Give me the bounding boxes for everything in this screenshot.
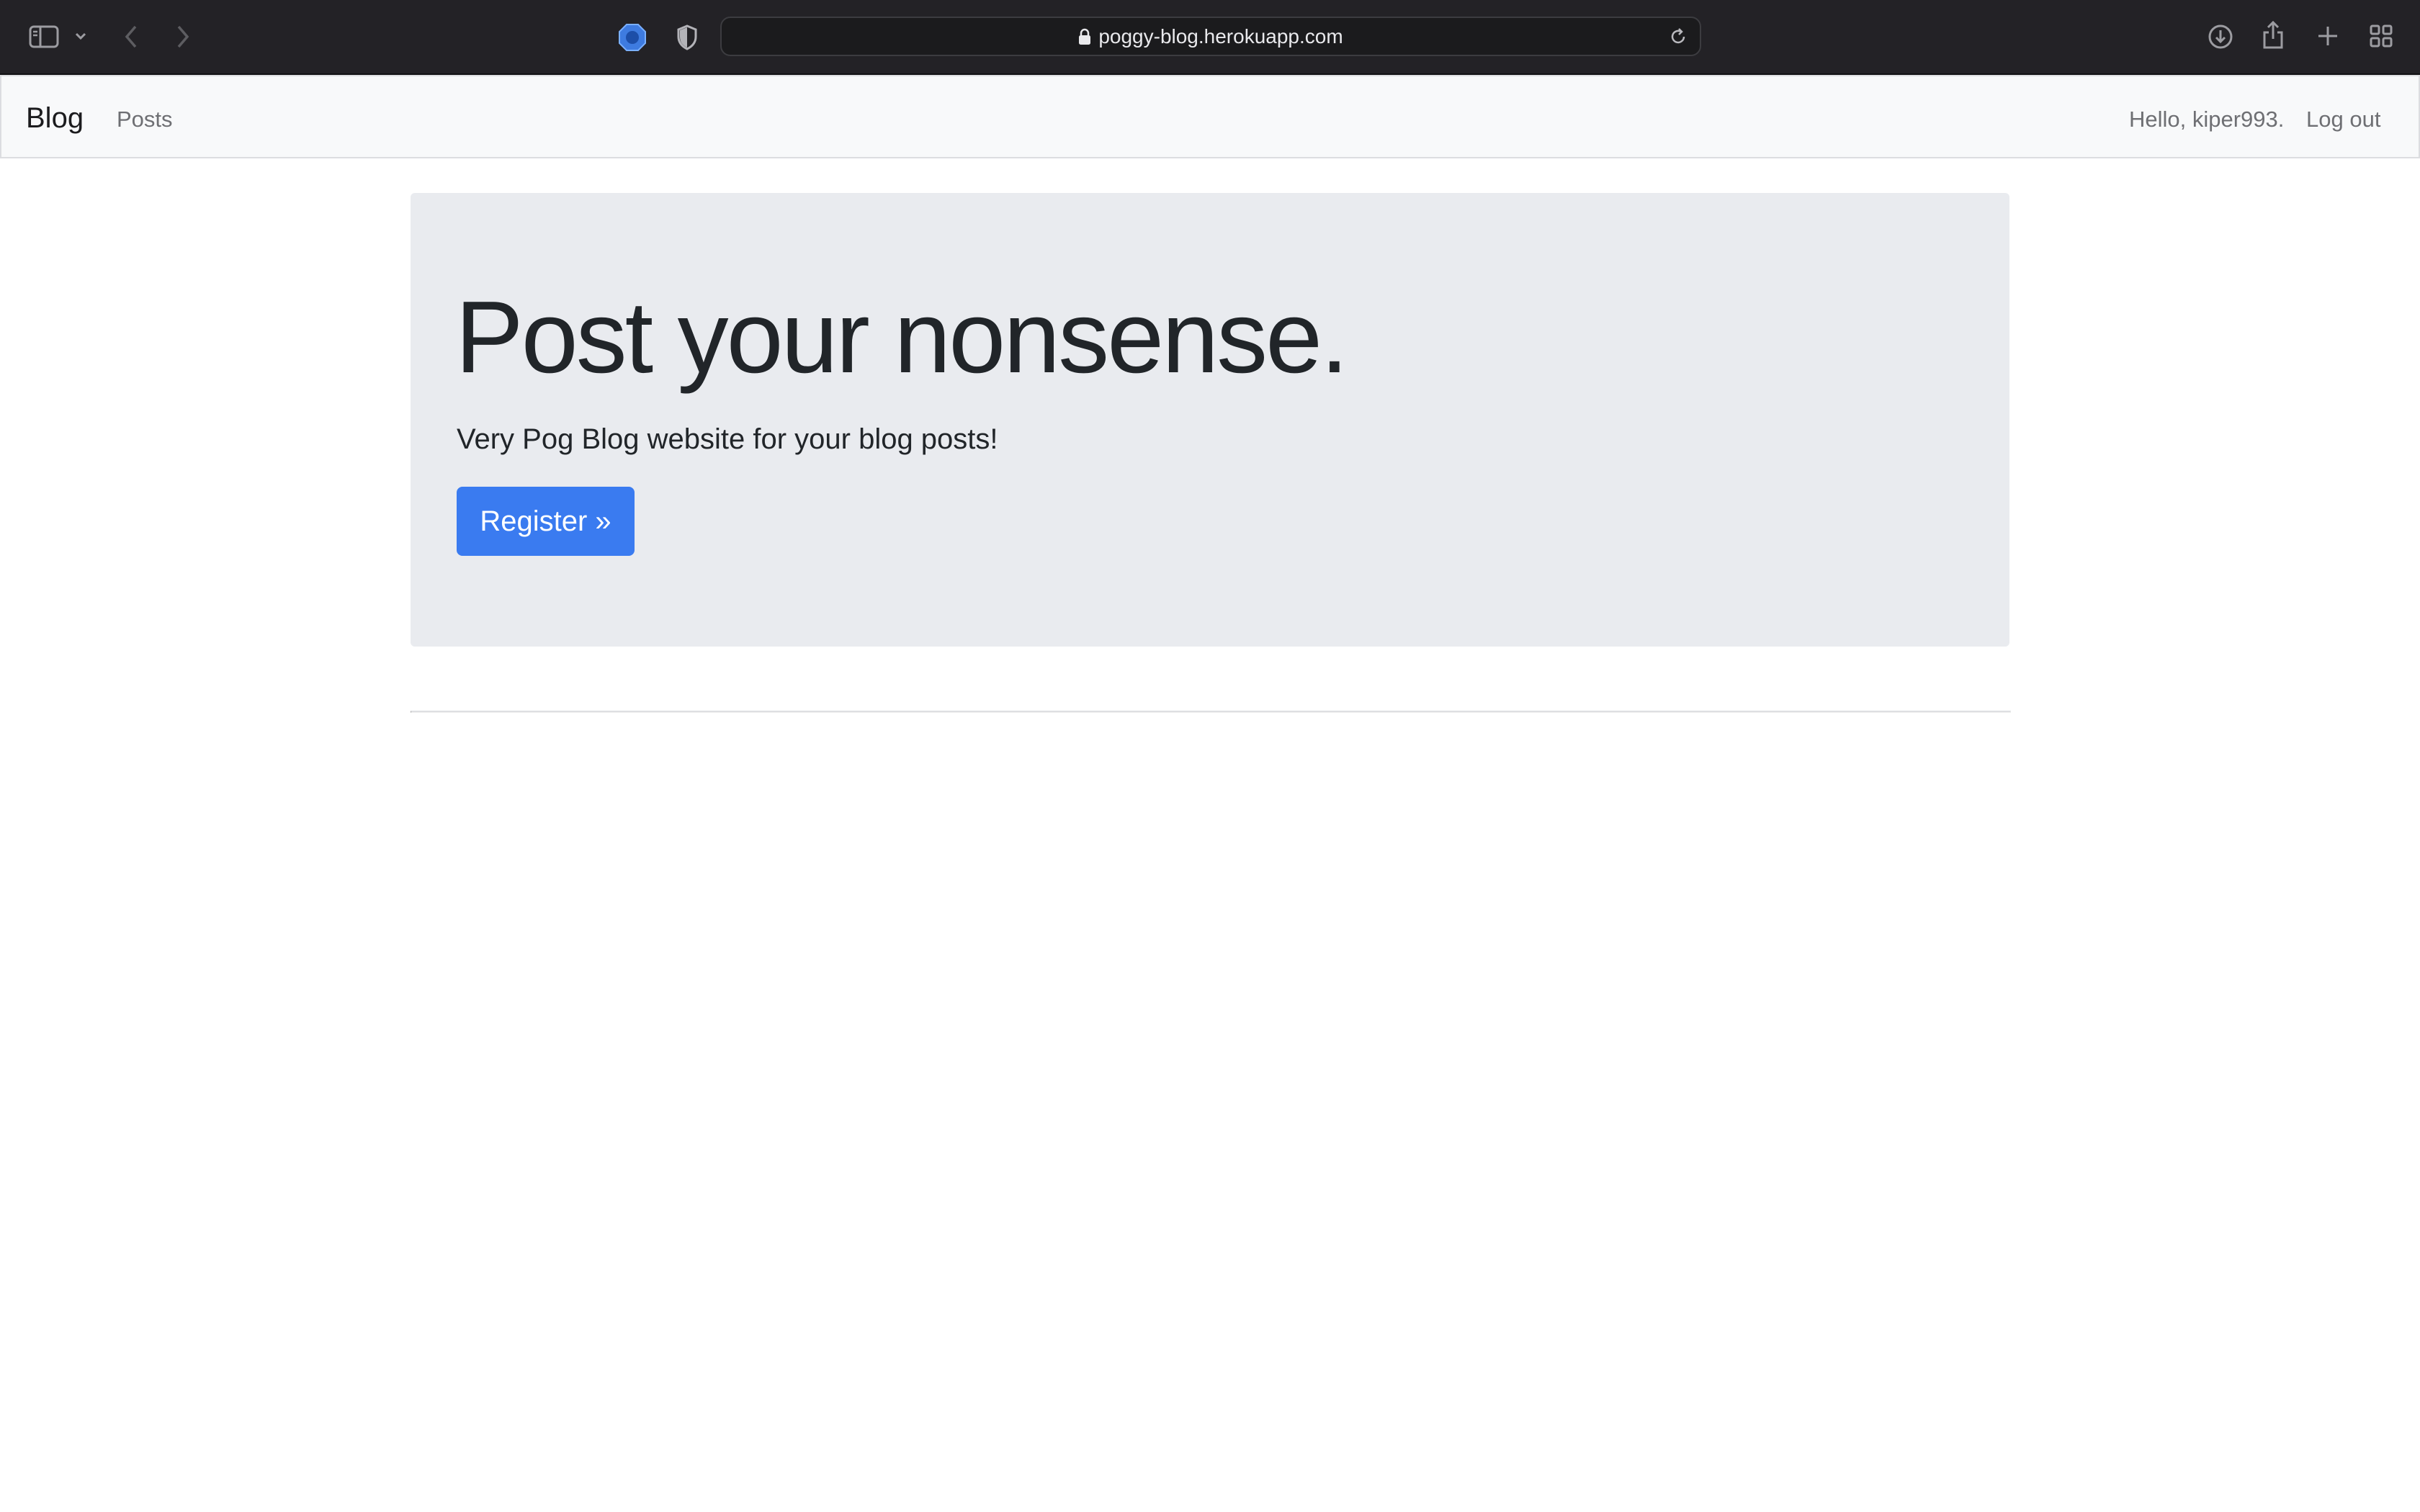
navbar-brand[interactable]: Blog	[26, 102, 84, 135]
hero-lead: Very Pog Blog website for your blog post…	[457, 423, 998, 455]
site-navbar: Blog Posts Hello, kiper993. Log out	[0, 75, 2420, 158]
hero-heading: Post your nonsense.	[455, 280, 1349, 395]
logout-link[interactable]: Log out	[2306, 107, 2380, 132]
reload-icon[interactable]	[1668, 27, 1688, 47]
back-arrow-icon[interactable]	[120, 22, 143, 52]
tab-overview-icon[interactable]	[2367, 22, 2396, 50]
chevron-down-icon[interactable]	[72, 27, 89, 45]
share-icon[interactable]	[2259, 19, 2287, 52]
register-button[interactable]: Register »	[457, 487, 635, 556]
download-icon[interactable]	[2205, 22, 2236, 52]
sidebar-icon[interactable]	[27, 23, 60, 50]
privacy-shield-icon[interactable]	[673, 22, 702, 53]
user-greeting: Hello, kiper993.	[2129, 107, 2285, 132]
content-divider	[411, 711, 2011, 713]
address-bar[interactable]: poggy-blog.herokuapp.com	[720, 17, 1701, 56]
nav-link-posts[interactable]: Posts	[117, 107, 173, 132]
forward-arrow-icon[interactable]	[171, 22, 194, 52]
lock-icon	[1078, 28, 1091, 45]
url-text: poggy-blog.herokuapp.com	[1098, 24, 1343, 48]
browser-toolbar: poggy-blog.herokuapp.com	[0, 0, 2420, 75]
hero-jumbotron: Post your nonsense. Very Pog Blog websit…	[411, 193, 2009, 647]
extension-badge-icon[interactable]	[617, 22, 648, 53]
plus-icon[interactable]	[2313, 22, 2342, 50]
